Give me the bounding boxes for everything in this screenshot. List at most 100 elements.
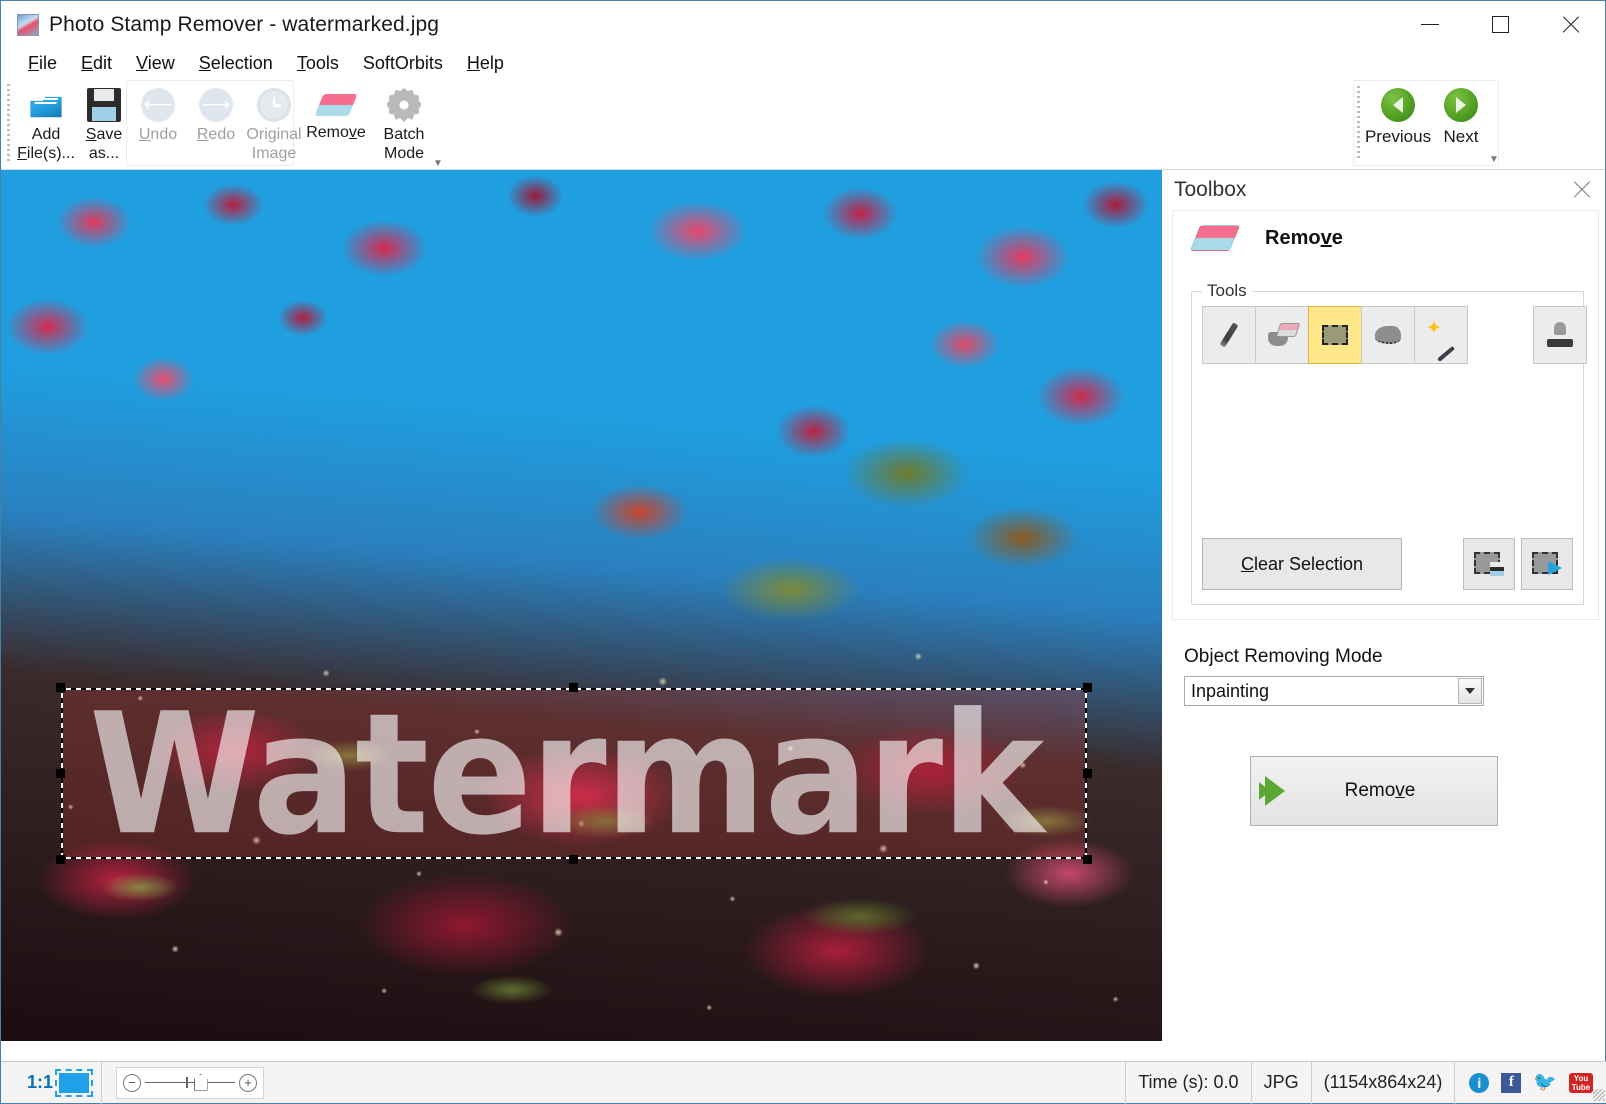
title-bar: Photo Stamp Remover - watermarked.jpg <box>1 1 1605 48</box>
clock-history-icon <box>257 88 291 122</box>
plus-icon[interactable]: + <box>239 1073 258 1092</box>
toolbar: Add File(s)... Save as... ⟵ Undo ⟶ Redo Or… <box>1 78 1605 170</box>
undo-button[interactable]: ⟵ Undo <box>129 82 187 166</box>
batch-line1: Batch <box>383 126 425 143</box>
toolbox-header: Toolbox <box>1166 170 1605 210</box>
menu-file[interactable]: FFileile <box>16 51 69 76</box>
load-selection-button[interactable] <box>1521 538 1573 590</box>
zoom-ratio-label: 1:1 <box>27 1072 54 1092</box>
maximize-button[interactable] <box>1465 1 1535 48</box>
image-canvas[interactable]: Watermark <box>1 170 1162 1041</box>
selection-handle-w[interactable] <box>56 768 65 778</box>
remove-mode-title: Remove <box>1265 226 1343 249</box>
window-controls <box>1395 1 1605 48</box>
tool-lasso[interactable] <box>1361 306 1415 364</box>
tool-marker[interactable] <box>1202 306 1256 364</box>
menu-tools[interactable]: Tools <box>285 51 351 76</box>
info-icon[interactable]: i <box>1469 1072 1490 1093</box>
app-photo-icon <box>17 13 39 36</box>
photo-blossom-tree <box>1 170 1162 1041</box>
toolbox-close-icon[interactable] <box>1571 179 1593 201</box>
nav-group-grip <box>1357 86 1360 160</box>
green-left-arrow-icon <box>1381 88 1415 122</box>
save-selection-icon <box>1474 552 1504 576</box>
menu-help[interactable]: Help <box>455 51 516 76</box>
toolbar-history-buttons: ⟵ Undo ⟶ Redo Original Image <box>129 82 303 166</box>
selection-handle-e[interactable] <box>1083 768 1092 778</box>
selection-handle-sw[interactable] <box>56 855 65 864</box>
selection-handle-ne[interactable] <box>1083 683 1092 692</box>
selection-handle-se[interactable] <box>1083 855 1092 864</box>
next-button[interactable]: Next <box>1431 82 1491 166</box>
magic-wand-icon <box>1425 317 1457 351</box>
zoom-slider[interactable]: − + <box>116 1066 265 1099</box>
save-selection-button[interactable] <box>1463 538 1515 590</box>
original-image-button[interactable]: Original Image <box>245 82 303 166</box>
format-cell: JPG <box>1252 1061 1312 1104</box>
undo-arrow-icon: ⟵ <box>141 88 175 122</box>
selection-io-buttons <box>1463 538 1573 590</box>
remove-toolbar-button[interactable]: Remove <box>301 82 371 166</box>
menu-view[interactable]: View <box>124 51 187 76</box>
menu-selection[interactable]: Selection <box>187 51 285 76</box>
object-removing-mode-value: Inpainting <box>1191 680 1270 701</box>
tool-magic-wand[interactable] <box>1414 306 1468 364</box>
toolbar-overflow-icon[interactable]: ▼ <box>433 158 443 169</box>
nav-overflow-icon[interactable]: ▼ <box>1489 154 1499 165</box>
minimize-button[interactable] <box>1395 1 1465 48</box>
status-bar: 1:1 − + Time (s): 0.0 JPG (1154x864x24) … <box>1 1061 1606 1104</box>
selection-handle-n[interactable] <box>569 683 578 692</box>
green-double-arrow-icon <box>1259 776 1285 806</box>
batch-line2: Mode <box>383 145 425 162</box>
green-right-arrow-icon <box>1444 88 1478 122</box>
gear-icon <box>387 88 421 122</box>
clone-stamp-icon <box>1544 319 1576 351</box>
twitter-icon[interactable]: 🐦 <box>1533 1073 1557 1092</box>
original-line1: Original <box>246 126 302 143</box>
youtube-icon[interactable]: You Tube <box>1569 1072 1593 1093</box>
toolbox-panel: Toolbox Remove Tools Clear Selection <box>1166 170 1605 1041</box>
rectangle-select-icon <box>1319 319 1351 351</box>
redo-button[interactable]: ⟶ Redo <box>187 82 245 166</box>
selection-rectangle[interactable] <box>56 683 1092 864</box>
toolbar-file-group: Add File(s)... Save as... <box>17 82 133 166</box>
save-as-button[interactable]: Save as... <box>75 82 133 166</box>
toolbar-grip[interactable] <box>7 84 10 162</box>
next-label: Next <box>1443 127 1479 146</box>
close-button[interactable] <box>1535 1 1605 48</box>
youtube-line2: Tube <box>1571 1082 1591 1092</box>
minus-icon[interactable]: − <box>123 1073 142 1092</box>
menu-edit[interactable]: Edit <box>69 51 124 76</box>
clear-selection-button[interactable]: Clear Selection <box>1202 538 1402 590</box>
status-spacer <box>264 1062 1125 1104</box>
previous-button[interactable]: Previous <box>1365 82 1431 166</box>
fit-to-window-icon[interactable] <box>55 1068 94 1097</box>
remove-action-label: Remove <box>1344 780 1416 801</box>
tool-clone-stamp[interactable] <box>1533 306 1587 364</box>
eraser-tool-icon <box>1266 319 1298 351</box>
selection-handle-nw[interactable] <box>56 683 65 692</box>
application-window: Photo Stamp Remover - watermarked.jpg FF… <box>0 0 1606 1104</box>
marker-pen-icon <box>1213 319 1245 351</box>
floppy-disk-icon <box>87 88 121 122</box>
selection-handle-s[interactable] <box>569 855 578 864</box>
menu-softorbits[interactable]: SoftOrbits <box>351 51 455 76</box>
tool-rectangle[interactable] <box>1308 306 1362 364</box>
tools-legend: Tools <box>1202 281 1252 301</box>
menu-bar: FFileile Edit View Selection Tools SoftO… <box>1 48 1605 78</box>
time-cell: Time (s): 0.0 <box>1125 1061 1252 1104</box>
close-icon <box>1560 15 1580 35</box>
zoom-handle[interactable] <box>193 1073 208 1091</box>
add-files-button[interactable]: Add File(s)... <box>17 82 75 166</box>
facebook-icon[interactable]: f <box>1501 1072 1522 1093</box>
remove-mode-card: Remove Tools Clear Selection <box>1172 210 1599 620</box>
toolbox-title: Toolbox <box>1174 178 1247 201</box>
zoom-track[interactable] <box>145 1073 236 1091</box>
object-removing-mode-select[interactable]: Inpainting <box>1184 676 1484 706</box>
tool-eraser[interactable] <box>1255 306 1309 364</box>
batch-mode-button[interactable]: Batch Mode <box>371 82 437 166</box>
chevron-down-icon[interactable] <box>1458 678 1482 704</box>
resize-grip[interactable] <box>1593 1089 1605 1101</box>
remove-action-button[interactable]: Remove <box>1250 756 1498 826</box>
youtube-line1: You <box>1573 1073 1589 1083</box>
